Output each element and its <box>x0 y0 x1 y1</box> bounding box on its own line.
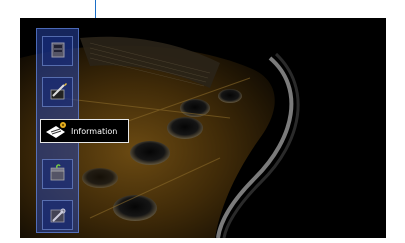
selected-menu-item-label: Information <box>71 126 118 136</box>
menu-item-box[interactable] <box>42 159 73 189</box>
box-icon <box>50 164 65 181</box>
figure-frame: Information <box>0 0 405 243</box>
menu-item-input-select[interactable] <box>42 36 73 66</box>
selected-menu-item-information[interactable]: Information <box>40 119 129 143</box>
tools-icon <box>50 208 66 223</box>
input-select-icon <box>51 42 65 58</box>
menu-item-tools[interactable] <box>42 200 73 230</box>
tv-screen: Information <box>20 18 386 238</box>
information-icon <box>46 122 66 138</box>
menu-item-edit[interactable] <box>42 77 73 107</box>
edit-pencil-icon <box>50 83 67 100</box>
